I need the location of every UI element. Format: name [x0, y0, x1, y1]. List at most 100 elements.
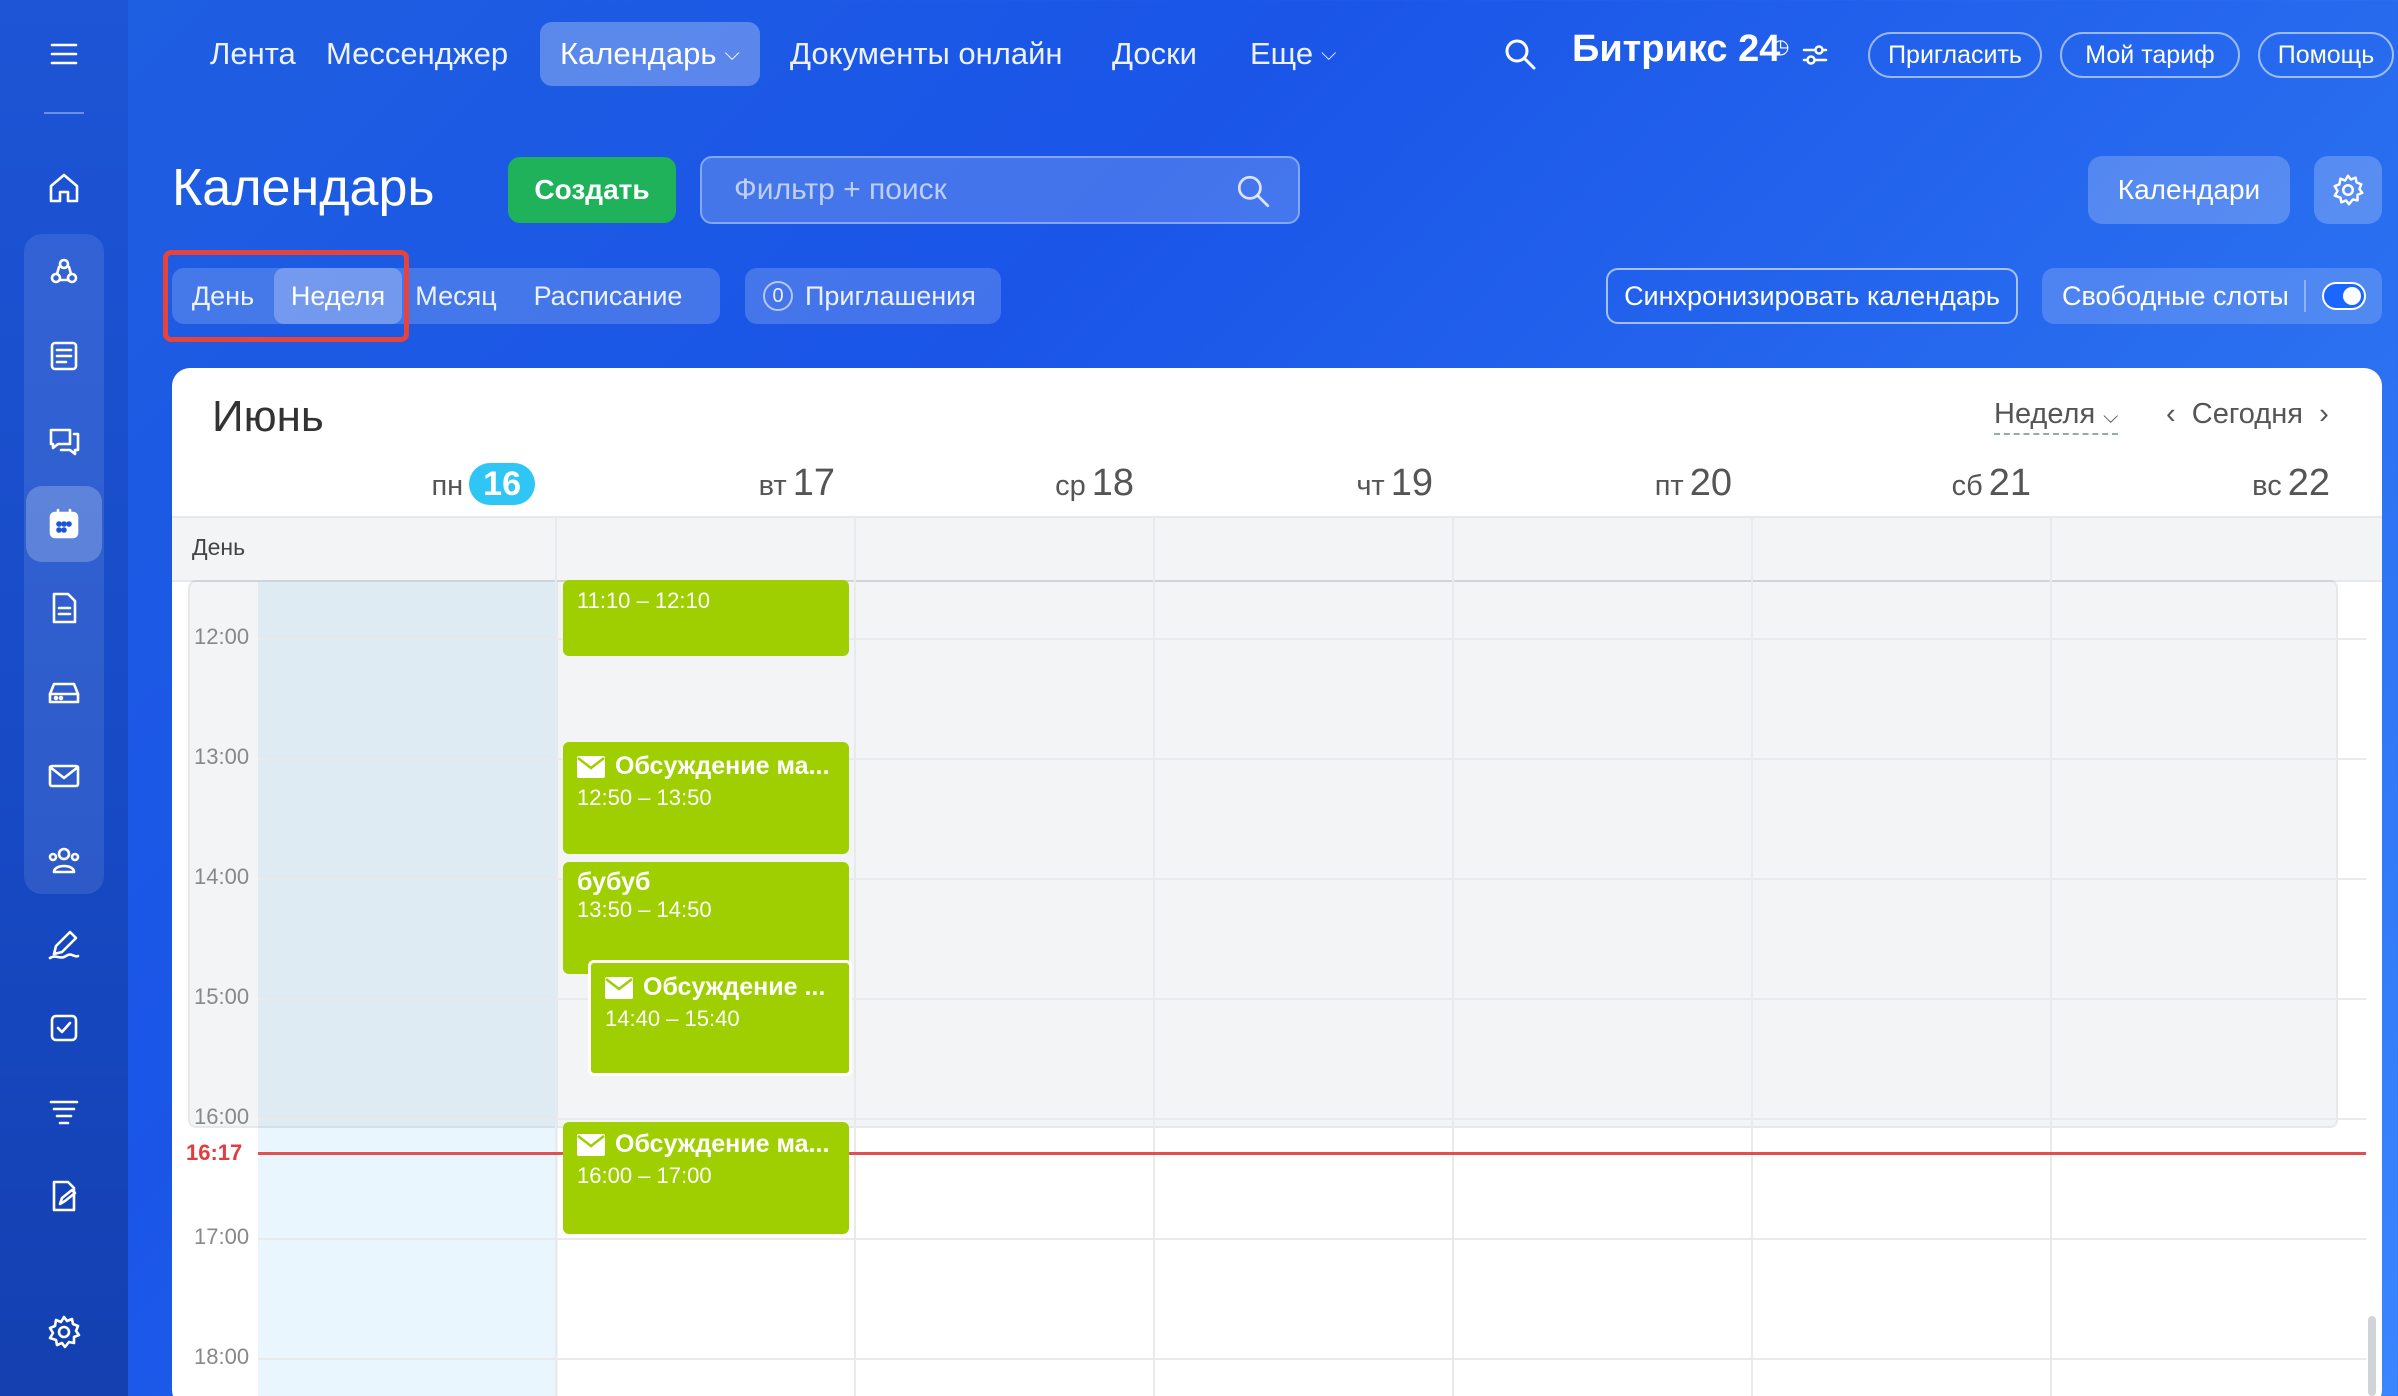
- day-header[interactable]: ср 18: [857, 462, 1156, 505]
- day-of-week: вт: [758, 470, 787, 502]
- settings-button[interactable]: [2314, 156, 2382, 224]
- chat-icon[interactable]: [26, 402, 102, 478]
- top-bar: Лента Мессенджер Календарь ⌵ Документы он…: [128, 0, 2398, 112]
- sidebar-divider: [44, 112, 84, 114]
- nav-label: Доски: [1112, 36, 1197, 71]
- chevron-down-icon: ⌵: [724, 42, 740, 65]
- chevron-down-icon: ⌵: [2103, 406, 2119, 428]
- left-sidebar: [0, 0, 128, 1396]
- document-icon[interactable]: [26, 570, 102, 646]
- current-time-label: 16:17: [186, 1140, 243, 1165]
- all-day-label: День: [192, 534, 246, 560]
- day-number: 20: [1689, 462, 1732, 504]
- funnel-icon[interactable]: [26, 1074, 102, 1150]
- column-divider: [1452, 516, 1454, 1396]
- event-time: 12:50 – 13:50: [577, 785, 712, 810]
- day-header[interactable]: пн 16: [258, 462, 557, 505]
- prev-icon[interactable]: ‹: [2166, 398, 2176, 430]
- next-icon[interactable]: ›: [2319, 398, 2329, 430]
- divider: [2304, 280, 2306, 312]
- day-header[interactable]: сб 21: [1754, 462, 2053, 505]
- gear-icon: [2333, 174, 2364, 206]
- nav-label: Календарь: [560, 36, 717, 71]
- nav-documents[interactable]: Документы онлайн: [770, 22, 1083, 86]
- nav-label: Лента: [210, 36, 296, 71]
- day-number: 17: [792, 462, 835, 504]
- nav-boards[interactable]: Доски: [1092, 22, 1217, 86]
- column-divider: [1751, 516, 1753, 1396]
- calendar-event[interactable]: Обсуждение ... 14:40 – 15:40: [588, 960, 852, 1076]
- today-button[interactable]: Сегодня: [2192, 398, 2303, 430]
- invitations-label: Приглашения: [805, 280, 976, 311]
- hour-line: [258, 1238, 2366, 1240]
- sliders-icon[interactable]: [1800, 40, 1830, 75]
- hour-line: [258, 1118, 2366, 1120]
- chevron-down-icon: ⌵: [1321, 42, 1337, 65]
- date-navigation: ‹ Сегодня ›: [2166, 398, 2329, 431]
- search-icon[interactable]: [1502, 36, 1538, 77]
- edit-document-icon[interactable]: [26, 1158, 102, 1234]
- nav-calendar[interactable]: Календарь ⌵: [540, 22, 760, 86]
- calendar-event[interactable]: бубуб 13:50 – 14:50: [563, 862, 849, 974]
- nav-more[interactable]: Еще ⌵: [1230, 22, 1356, 86]
- tab-month[interactable]: Месяц: [404, 268, 508, 324]
- view-select[interactable]: Неделя ⌵: [1994, 398, 2119, 435]
- free-slots-toggle[interactable]: [2322, 282, 2366, 310]
- day-header[interactable]: вс 22: [2053, 462, 2352, 505]
- day-number: 19: [1390, 462, 1433, 504]
- menu-icon[interactable]: [26, 16, 102, 92]
- event-time: 14:40 – 15:40: [605, 1006, 740, 1031]
- day-number: 21: [1988, 462, 2031, 504]
- crm-icon[interactable]: [26, 234, 102, 310]
- nav-label: Документы онлайн: [790, 36, 1063, 71]
- scrollbar[interactable]: [2368, 1316, 2376, 1396]
- past-hours-overlay: [188, 580, 2338, 1128]
- calendar-event[interactable]: 11:10 – 12:10: [563, 580, 849, 656]
- create-button[interactable]: Создать: [508, 157, 676, 223]
- news-icon[interactable]: [26, 318, 102, 394]
- search-input[interactable]: Фильтр + поиск: [700, 156, 1300, 224]
- users-icon[interactable]: [26, 822, 102, 898]
- day-of-week: сб: [1951, 470, 1983, 502]
- day-number: 18: [1091, 462, 1134, 504]
- hour-label: 13:00: [194, 744, 250, 769]
- event-title: Обсуждение ма...: [615, 752, 830, 780]
- event-time: 16:00 – 17:00: [577, 1163, 712, 1188]
- free-slots-label: Свободные слоты: [2062, 280, 2289, 311]
- mail-icon[interactable]: [26, 738, 102, 814]
- event-title: Обсуждение ...: [643, 973, 826, 1001]
- hour-label: 14:00: [194, 864, 250, 889]
- day-header[interactable]: чт 19: [1156, 462, 1455, 505]
- month-title: Июнь: [212, 392, 324, 441]
- calendars-button[interactable]: Календари: [2088, 156, 2290, 224]
- tab-schedule[interactable]: Расписание: [512, 268, 704, 324]
- column-divider: [2050, 516, 2052, 1396]
- sign-icon[interactable]: [26, 906, 102, 982]
- invite-button[interactable]: Пригласить: [1868, 32, 2042, 78]
- calendar-icon[interactable]: [26, 486, 102, 562]
- search-icon[interactable]: [1234, 172, 1272, 218]
- tariff-button[interactable]: Мой тариф: [2060, 32, 2240, 78]
- hour-line: [258, 1358, 2366, 1360]
- home-icon[interactable]: [26, 150, 102, 226]
- nav-feed[interactable]: Лента: [190, 22, 316, 86]
- mail-icon: [577, 1133, 605, 1156]
- search-placeholder: Фильтр + поиск: [734, 173, 947, 206]
- day-header[interactable]: вт 17: [558, 462, 857, 505]
- nav-label: Еще: [1250, 36, 1314, 71]
- event-title: Обсуждение ма...: [615, 1130, 830, 1158]
- column-divider: [854, 516, 856, 1396]
- invitations-button[interactable]: 0 Приглашения: [745, 268, 1001, 324]
- help-button[interactable]: Помощь: [2258, 32, 2394, 78]
- nav-messenger[interactable]: Мессенджер: [306, 22, 528, 86]
- hour-label: 18:00: [194, 1344, 250, 1369]
- sync-calendar-button[interactable]: Синхронизировать календарь: [1606, 268, 2018, 324]
- day-header[interactable]: пт 20: [1455, 462, 1754, 505]
- drive-icon[interactable]: [26, 654, 102, 730]
- calendar-event[interactable]: Обсуждение ма... 12:50 – 13:50: [563, 742, 849, 854]
- calendar-event[interactable]: Обсуждение ма... 16:00 – 17:00: [563, 1122, 849, 1234]
- page-title: Календарь: [172, 159, 435, 217]
- settings-icon[interactable]: [26, 1294, 102, 1370]
- event-time: 13:50 – 14:50: [577, 897, 712, 922]
- tasks-icon[interactable]: [26, 990, 102, 1066]
